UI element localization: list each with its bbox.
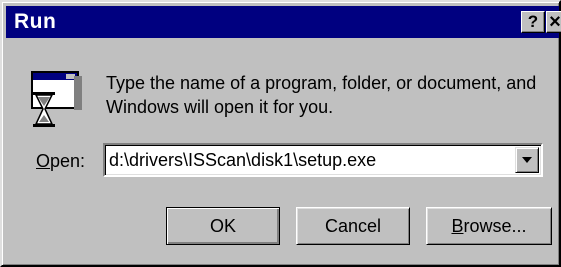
run-dialog: Run ? × Type the name of a program, fold… [0,0,561,267]
cancel-button-label: Cancel [324,216,382,236]
open-label-accelerator: O [36,151,51,171]
ok-button[interactable]: OK [166,207,280,245]
open-combobox[interactable]: d:\drivers\ISScan\disk1\setup.exe [103,143,543,177]
help-button[interactable]: ? [521,11,545,33]
browse-button-accelerator: B [451,216,464,236]
run-program-icon [31,71,82,127]
instructions-text: Type the name of a program, folder, or d… [106,71,546,119]
open-label-text: pen: [50,151,86,171]
help-icon: ? [527,12,539,31]
dropdown-arrow-button[interactable] [515,147,539,173]
ok-button-label: OK [209,216,236,236]
instructions-line-1: Type the name of a program, folder, or d… [106,73,537,93]
close-button[interactable]: × [546,11,561,33]
window-title: Run [14,10,57,33]
cancel-button[interactable]: Cancel [296,207,410,245]
browse-button-label: rowse... [463,216,527,236]
title-bar[interactable]: Run ? × [6,6,561,38]
open-label: Open: [36,149,85,173]
open-input[interactable]: d:\drivers\ISScan\disk1\setup.exe [109,148,376,172]
instructions-line-2: Windows will open it for you. [106,97,334,117]
browse-button[interactable]: Browse... [426,207,552,245]
close-icon: × [549,11,561,33]
